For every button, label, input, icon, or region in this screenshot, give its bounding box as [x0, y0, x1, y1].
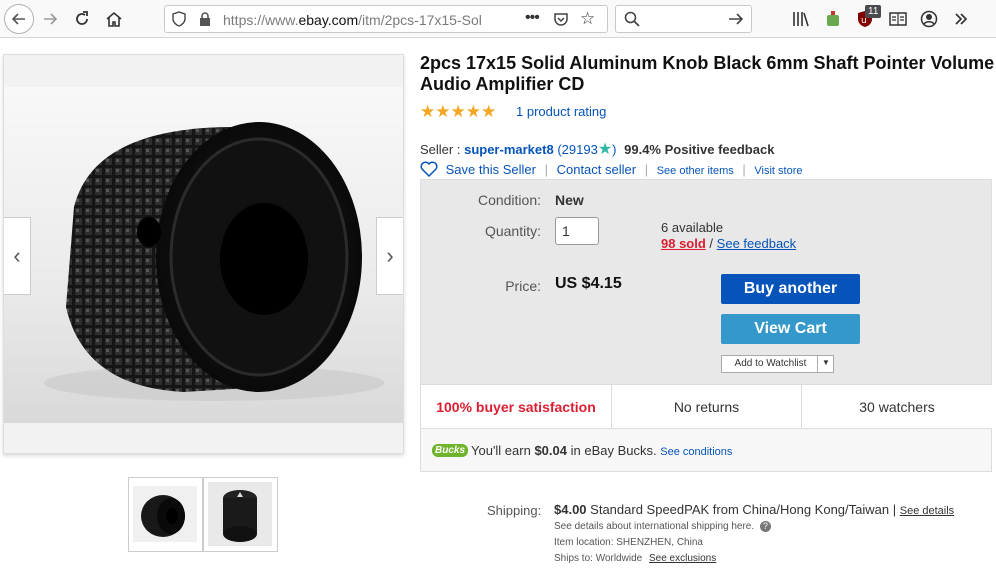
extension-icon[interactable] — [821, 7, 845, 31]
ships-to-line: Ships to: Worldwide See exclusions — [554, 553, 716, 564]
search-bar[interactable] — [615, 5, 752, 33]
condition-label: Condition: — [477, 192, 541, 208]
separator: | — [644, 162, 649, 177]
item-location: Item location: SHENZHEN, China — [554, 537, 703, 548]
buy-another-button[interactable]: Buy another — [721, 274, 860, 304]
seller-actions: Save this Seller | Contact seller | See … — [420, 161, 803, 180]
returns-info: No returns — [612, 384, 802, 429]
sold-separator: / — [709, 236, 714, 251]
buyer-satisfaction: 100% buyer satisfaction — [421, 384, 612, 429]
price-label: Price: — [505, 278, 541, 294]
see-details-link[interactable]: See details — [900, 505, 954, 517]
overflow-menu-icon[interactable] — [949, 7, 973, 31]
seller-line: Seller : super-market8 (29193★) 99.4% Po… — [420, 141, 775, 158]
condition-value: New — [555, 192, 584, 208]
sold-count-link[interactable]: 98 sold — [661, 236, 706, 251]
bucks-line: You'll earn $0.04 in eBay Bucks. See con… — [471, 443, 732, 458]
url-text[interactable]: https://www.ebay.com/itm/2pcs-17x15-Sol — [223, 12, 487, 28]
contact-seller-link[interactable]: Contact seller — [557, 162, 636, 177]
visit-store-link[interactable]: Visit store — [754, 165, 802, 177]
search-go-icon[interactable] — [728, 11, 744, 32]
thumbnail-2-image — [208, 482, 272, 546]
pocket-icon[interactable] — [553, 11, 569, 32]
heart-icon — [420, 161, 438, 180]
see-conditions-link[interactable]: See conditions — [660, 446, 732, 458]
available-count: 6 available — [661, 220, 724, 235]
intl-shipping-text: See details about international shipping… — [554, 521, 755, 532]
bucks-earn-prefix: You'll earn — [471, 443, 531, 458]
reader-view-icon[interactable] — [886, 7, 910, 31]
bookmark-star-icon[interactable]: ☆ — [580, 9, 595, 29]
rating-stars[interactable]: ★★★★★ — [420, 102, 496, 122]
ships-to-text: Ships to: Worldwide — [554, 553, 643, 564]
seller-score-link[interactable]: (29193 — [557, 142, 597, 157]
sold-line: 98 sold / See feedback — [661, 236, 796, 251]
purchase-box: Condition: New Quantity: 1 6 available 9… — [420, 179, 992, 472]
product-title: 2pcs 17x15 Solid Aluminum Knob Black 6mm… — [420, 53, 995, 94]
shield-icon[interactable] — [171, 11, 187, 32]
quantity-label: Quantity: — [484, 223, 541, 239]
seller-star-icon: ★ — [597, 141, 613, 158]
caret-down-icon: ▼ — [822, 358, 830, 367]
watchers-count: 30 watchers — [802, 384, 992, 429]
product-image-viewer[interactable]: ‹ › — [3, 54, 404, 454]
watchlist-dropdown-button[interactable]: ▼ — [817, 355, 834, 373]
shipping-label: Shipping: — [487, 503, 542, 518]
see-feedback-link[interactable]: See feedback — [717, 236, 797, 251]
chevron-right-icon: › — [386, 243, 394, 268]
see-exclusions-link[interactable]: See exclusions — [649, 553, 716, 564]
separator: | — [544, 162, 548, 177]
separator: | — [742, 162, 746, 177]
back-icon[interactable] — [4, 4, 34, 34]
browser-toolbar: https://www.ebay.com/itm/2pcs-17x15-Sol … — [0, 0, 996, 38]
shipping-line: $4.00 Standard SpeedPAK from China/Hong … — [554, 502, 954, 517]
home-icon[interactable] — [102, 7, 126, 31]
url-bar[interactable]: https://www.ebay.com/itm/2pcs-17x15-Sol … — [164, 5, 608, 33]
bucks-earn-suffix: in eBay Bucks. — [570, 443, 657, 458]
seller-name-link[interactable]: super-market8 — [464, 142, 554, 157]
view-cart-button[interactable]: View Cart — [721, 314, 860, 344]
thumbnail-2[interactable] — [203, 477, 278, 552]
save-seller-link[interactable]: Save this Seller — [446, 162, 536, 177]
rating-link[interactable]: 1 product rating — [516, 104, 606, 119]
see-other-items-link[interactable]: See other items — [657, 165, 734, 177]
next-image-button[interactable]: › — [376, 217, 403, 295]
prev-image-button[interactable]: ‹ — [4, 217, 31, 295]
reload-icon[interactable] — [70, 7, 94, 31]
price-value: US $4.15 — [555, 275, 622, 292]
account-icon[interactable] — [917, 7, 941, 31]
product-image — [4, 87, 403, 423]
bucks-amount: $0.04 — [534, 443, 567, 458]
intl-shipping-note: See details about international shipping… — [554, 521, 771, 532]
quantity-input[interactable]: 1 — [555, 217, 599, 245]
forward-icon[interactable] — [38, 7, 62, 31]
shipping-method: Standard SpeedPAK from China/Hong Kong/T… — [590, 502, 897, 517]
purchase-panel: Condition: New Quantity: 1 6 available 9… — [421, 180, 991, 384]
chevron-left-icon: ‹ — [13, 243, 21, 268]
page-actions-icon[interactable]: ••• — [525, 9, 540, 27]
shipping-cost: $4.00 — [554, 502, 587, 517]
search-icon — [624, 11, 640, 32]
ebay-bucks-logo: Bucks — [432, 444, 469, 457]
help-icon[interactable]: ? — [759, 521, 771, 532]
ublock-count-badge: 11 — [865, 5, 882, 18]
library-icon[interactable] — [789, 7, 813, 31]
seller-label: Seller : — [420, 142, 461, 157]
thumbnail-1[interactable] — [128, 477, 203, 552]
thumbnail-1-image — [133, 486, 197, 542]
lock-icon[interactable] — [198, 11, 212, 32]
seller-feedback: 99.4% Positive feedback — [624, 142, 775, 157]
watchlist-label: Add to Watchlist — [734, 358, 807, 369]
